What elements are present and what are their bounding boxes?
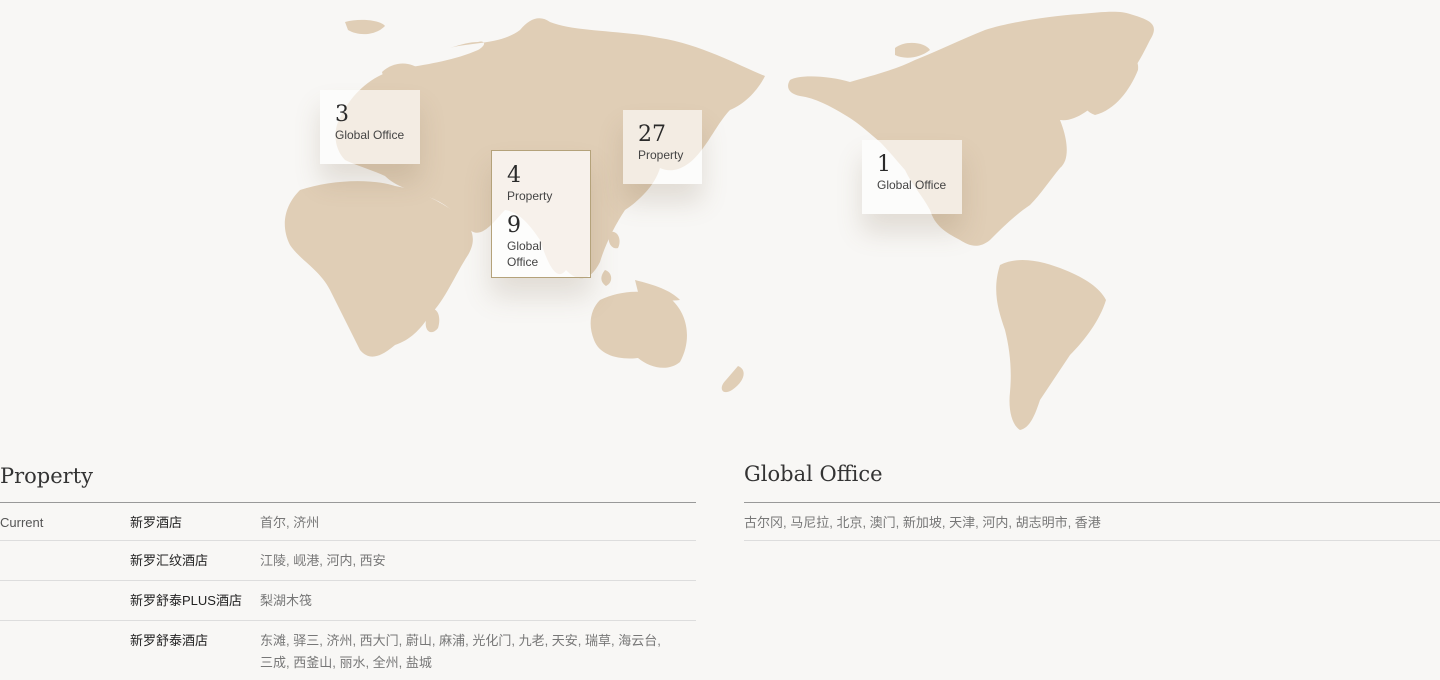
row-brand: 新罗酒店 [130,515,183,530]
marker-south-asia[interactable]: 4 Property 9 Global Office [491,150,591,278]
row-cities: 江陵, 岘港, 河内, 西安 [260,553,386,568]
marker-south-asia-office-number: 9 [507,213,521,238]
row-category [0,550,130,580]
marker-europe-number: 3 [335,102,349,127]
global-office-title: Global Office [744,462,883,486]
table-row: 新罗舒泰酒店 东滩, 驿三, 济州, 西大门, 蔚山, 麻浦, 光化门, 九老,… [0,621,696,680]
world-map: 3 Global Office 4 Property 9 Global Offi… [0,0,1440,440]
global-office-cities: 古尔冈, 马尼拉, 北京, 澳门, 新加坡, 天津, 河内, 胡志明市, 香港 [744,515,1101,530]
row-cities: 梨湖木筏 [260,593,313,608]
property-table: Current 新罗酒店 首尔, 济州 新罗汇纹酒店 江陵, 岘港, 河内, 西… [0,502,696,680]
row-brand: 新罗舒泰酒店 [130,633,209,648]
marker-europe[interactable]: 3 Global Office [320,90,420,164]
row-cities: 东滩, 驿三, 济州, 西大门, 蔚山, 麻浦, 光化门, 九老, 天安, 瑞草… [260,633,661,670]
row-brand: 新罗汇纹酒店 [130,553,209,568]
marker-north-america-number: 1 [877,152,891,177]
marker-korea-label: Property [638,148,684,162]
marker-korea-number: 27 [638,122,666,147]
table-row: 古尔冈, 马尼拉, 北京, 澳门, 新加坡, 天津, 河内, 胡志明市, 香港 [744,503,1440,541]
row-cities: 首尔, 济州 [260,515,320,530]
property-title: Property [0,464,94,488]
row-category [0,630,130,680]
row-category [0,590,130,620]
marker-north-america-label: Global Office [877,178,947,192]
global-office-table: 古尔冈, 马尼拉, 北京, 澳门, 新加坡, 天津, 河内, 胡志明市, 香港 [744,502,1440,541]
table-row: 新罗汇纹酒店 江陵, 岘港, 河内, 西安 [0,541,696,581]
marker-korea[interactable]: 27 Property [623,110,702,184]
marker-europe-label: Global Office [335,128,405,142]
marker-south-asia-property-label: Property [507,189,553,203]
page: 3 Global Office 4 Property 9 Global Offi… [0,0,1440,680]
world-map-graphic [284,11,1154,430]
marker-south-asia-property-number: 4 [507,163,521,188]
row-category: Current [0,515,44,530]
table-row: 新罗舒泰PLUS酒店 梨湖木筏 [0,581,696,621]
marker-north-america[interactable]: 1 Global Office [862,140,962,214]
row-brand: 新罗舒泰PLUS酒店 [130,593,242,608]
marker-south-asia-office-label: Global Office [507,239,542,269]
table-row: Current 新罗酒店 首尔, 济州 [0,503,696,541]
